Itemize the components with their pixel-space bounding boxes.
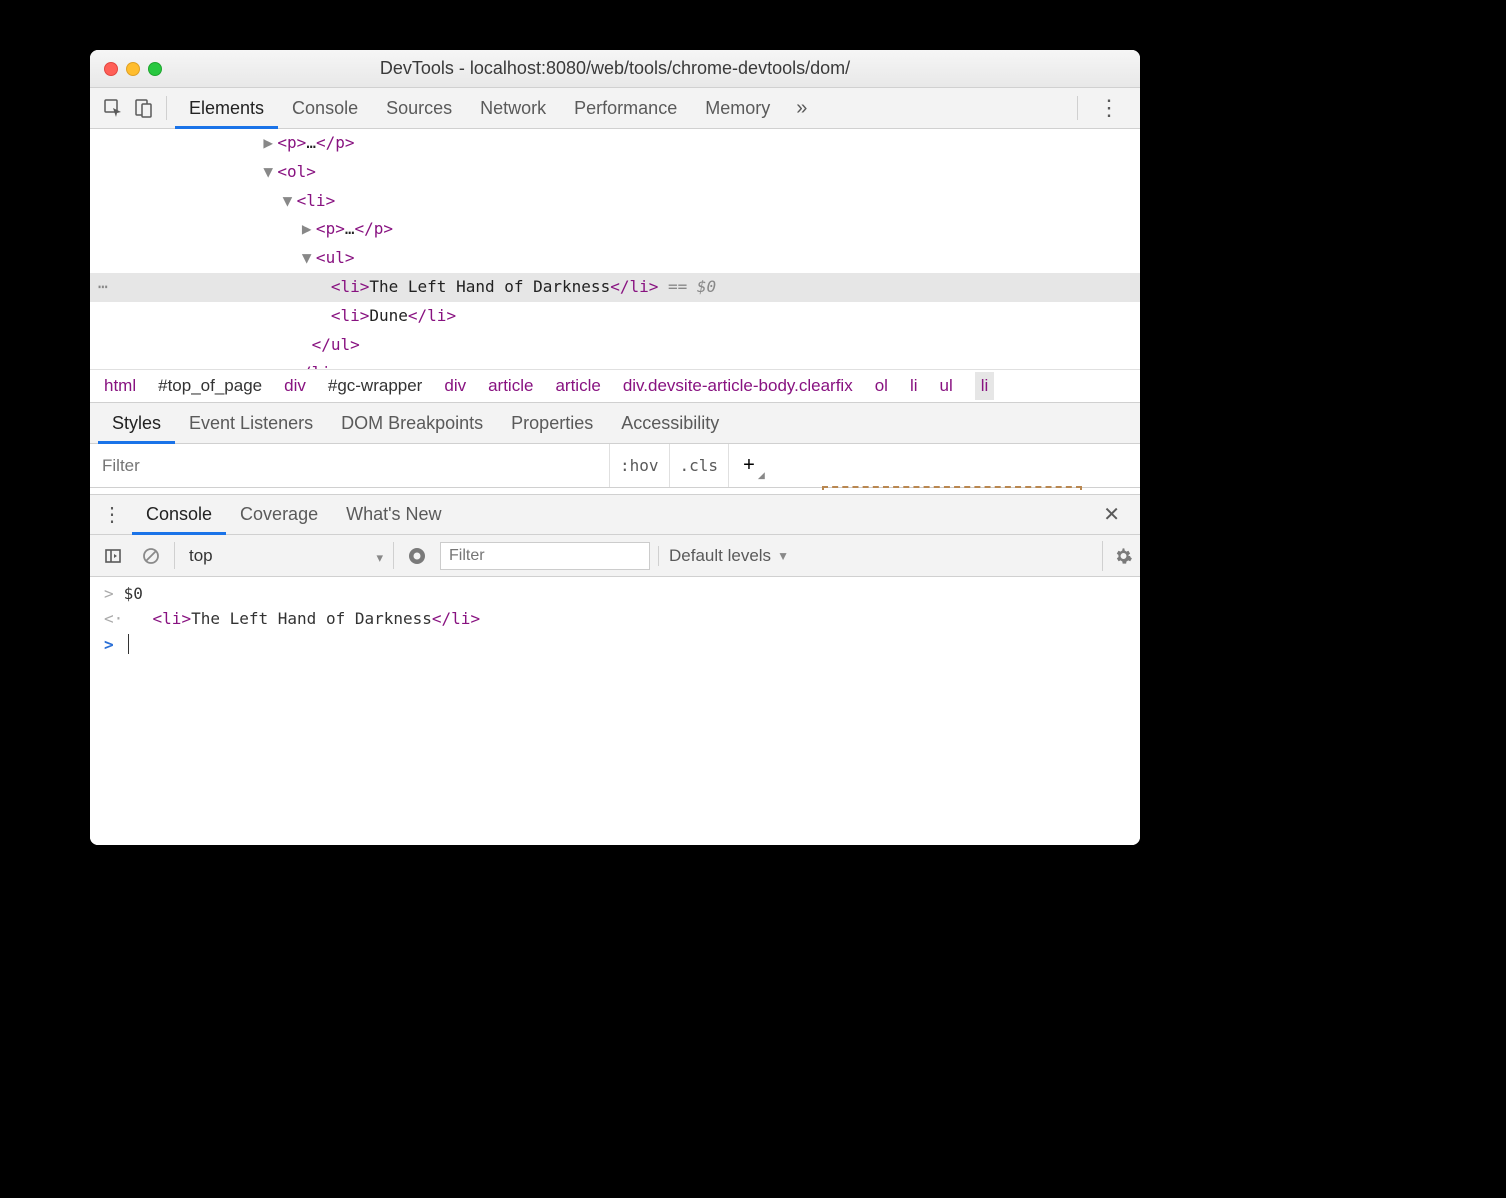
main-tab-bar: Elements Console Sources Network Perform… <box>90 88 1140 129</box>
console-settings-icon[interactable] <box>1102 541 1132 571</box>
output-chevron-icon: <· <box>104 609 123 628</box>
styles-filter-input[interactable] <box>90 444 610 487</box>
crumb-ul[interactable]: ul <box>940 376 953 396</box>
styles-filter-row: :hov .cls +◢ <box>90 444 1140 488</box>
crumb-div[interactable]: div <box>444 376 466 396</box>
levels-label: Default levels <box>669 546 771 566</box>
crumb-article[interactable]: article <box>555 376 600 396</box>
tab-styles[interactable]: Styles <box>98 403 175 444</box>
dom-node-selected[interactable]: <li>The Left Hand of Darkness</li> == $0 <box>90 273 1140 302</box>
minimize-window-button[interactable] <box>126 62 140 76</box>
plus-icon: + <box>743 454 755 477</box>
console-output-line[interactable]: <· <li>The Left Hand of Darkness</li> <box>90 606 1140 631</box>
tab-memory[interactable]: Memory <box>691 88 784 129</box>
devtools-window: DevTools - localhost:8080/web/tools/chro… <box>90 50 1140 845</box>
drawer-tab-whats-new[interactable]: What's New <box>332 494 455 535</box>
console-input-line[interactable]: > $0 <box>90 581 1140 606</box>
crumb-li[interactable]: li <box>910 376 918 396</box>
drawer-tab-coverage[interactable]: Coverage <box>226 494 332 535</box>
styles-content <box>90 488 1140 494</box>
dom-node[interactable]: ▶<p>…</p> <box>90 215 1140 244</box>
crumb-html[interactable]: html <box>104 376 136 396</box>
device-toolbar-icon[interactable] <box>128 93 158 123</box>
console-filter-input[interactable] <box>440 542 650 570</box>
titlebar: DevTools - localhost:8080/web/tools/chro… <box>90 50 1140 88</box>
breadcrumb: html #top_of_page div #gc-wrapper div ar… <box>90 369 1140 403</box>
dom-node[interactable]: <li>Dune</li> <box>90 302 1140 331</box>
more-tabs-button[interactable]: » <box>784 97 819 120</box>
crumb-gc-wrapper[interactable]: #gc-wrapper <box>328 376 423 396</box>
dropdown-indicator-icon: ◢ <box>758 470 765 481</box>
context-select[interactable]: top <box>181 542 237 569</box>
chevron-down-icon: ▼ <box>777 549 789 563</box>
elements-tree[interactable]: ▶<p>…</p> ▼<ol> ▼<li> ▶<p>…</p> ▼<ul> <l… <box>90 129 1140 369</box>
tab-event-listeners[interactable]: Event Listeners <box>175 403 327 444</box>
crumb-li-selected[interactable]: li <box>975 372 995 400</box>
drawer-close-icon[interactable]: ✕ <box>1091 502 1132 527</box>
tab-network[interactable]: Network <box>466 88 560 129</box>
window-title: DevTools - localhost:8080/web/tools/chro… <box>90 58 1140 79</box>
tab-elements[interactable]: Elements <box>175 88 278 129</box>
dom-node[interactable]: </li> <box>90 359 1140 369</box>
console-prompt-line[interactable]: > <box>90 631 1140 657</box>
crumb-article[interactable]: article <box>488 376 533 396</box>
tab-accessibility[interactable]: Accessibility <box>607 403 733 444</box>
clear-console-icon[interactable] <box>136 541 166 571</box>
settings-menu-icon[interactable]: ⋮ <box>1086 95 1132 121</box>
tab-sources[interactable]: Sources <box>372 88 466 129</box>
drawer-tab-bar: ⋮ Console Coverage What's New ✕ <box>90 494 1140 535</box>
drawer-tab-console[interactable]: Console <box>132 494 226 535</box>
hov-toggle[interactable]: :hov <box>610 444 670 487</box>
console-sidebar-toggle-icon[interactable] <box>98 541 128 571</box>
console-output-html: <li>The Left Hand of Darkness</li> <box>133 609 480 628</box>
traffic-lights <box>90 62 162 76</box>
console-output[interactable]: > $0 <· <li>The Left Hand of Darkness</l… <box>90 577 1140 845</box>
new-style-rule-button[interactable]: +◢ <box>729 444 769 487</box>
dom-node[interactable]: ▶<p>…</p> <box>90 129 1140 158</box>
zoom-window-button[interactable] <box>148 62 162 76</box>
tab-performance[interactable]: Performance <box>560 88 691 129</box>
cls-toggle[interactable]: .cls <box>670 444 730 487</box>
crumb-div[interactable]: div <box>284 376 306 396</box>
dom-node[interactable]: ▼<ul> <box>90 244 1140 273</box>
crumb-ol[interactable]: ol <box>875 376 888 396</box>
console-input-text: $0 <box>124 584 143 603</box>
prompt-chevron-icon: > <box>104 635 114 654</box>
console-toolbar: top Default levels ▼ <box>90 535 1140 577</box>
context-selector[interactable]: top <box>174 542 394 569</box>
crumb-div-devsite[interactable]: div.devsite-article-body.clearfix <box>623 376 853 396</box>
log-levels-selector[interactable]: Default levels ▼ <box>658 546 799 566</box>
drawer-menu-icon[interactable]: ⋮ <box>98 502 132 527</box>
tab-properties[interactable]: Properties <box>497 403 607 444</box>
box-model-preview <box>822 486 1082 490</box>
tab-console[interactable]: Console <box>278 88 372 129</box>
dom-node[interactable]: ▼<li> <box>90 187 1140 216</box>
dom-node[interactable]: </ul> <box>90 331 1140 360</box>
inspect-element-icon[interactable] <box>98 93 128 123</box>
text-cursor <box>128 634 129 654</box>
close-window-button[interactable] <box>104 62 118 76</box>
separator <box>166 96 167 120</box>
separator <box>1077 96 1078 120</box>
styles-tab-bar: Styles Event Listeners DOM Breakpoints P… <box>90 403 1140 444</box>
input-chevron-icon: > <box>104 584 114 603</box>
crumb-top-of-page[interactable]: #top_of_page <box>158 376 262 396</box>
dom-node[interactable]: ▼<ol> <box>90 158 1140 187</box>
tab-dom-breakpoints[interactable]: DOM Breakpoints <box>327 403 497 444</box>
live-expression-icon[interactable] <box>402 541 432 571</box>
